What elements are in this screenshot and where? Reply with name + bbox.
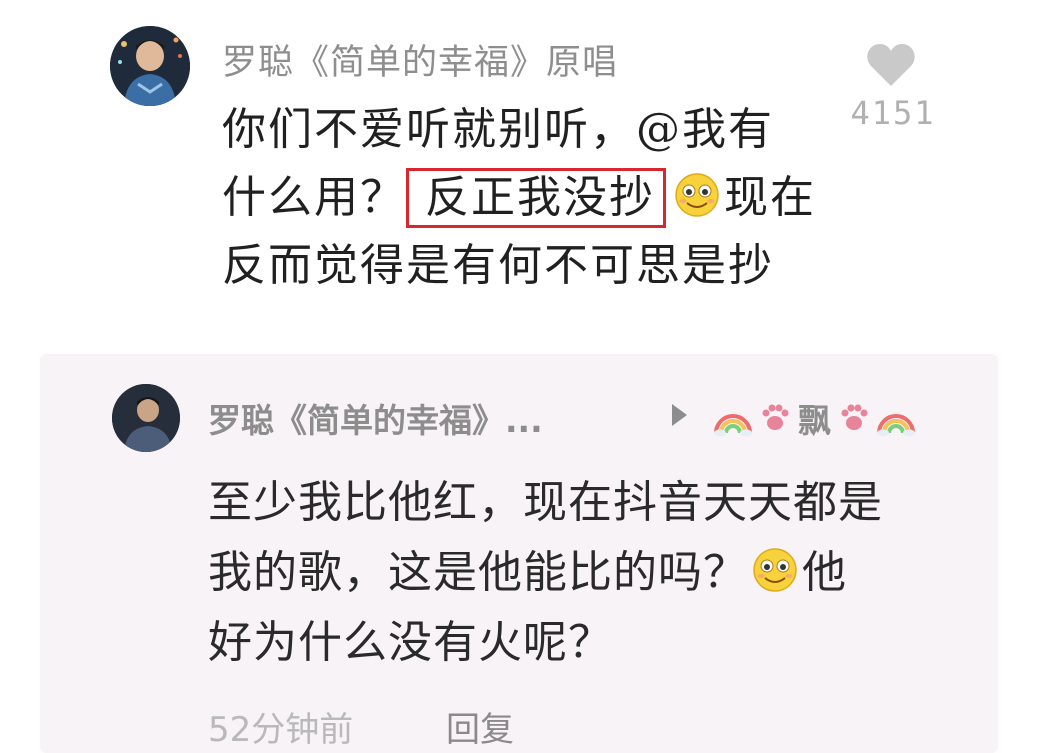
paw-icon [762, 404, 789, 430]
reply-line-2-suffix: 他 [802, 547, 847, 598]
comment-author[interactable]: 罗聪《简单的幸福》原唱 [222, 34, 618, 85]
comment-screen: 罗聪《简单的幸福》原唱 你们不爱听就别听，@我有 什么用？ 反正我没抄 现在 反而… [0, 0, 1041, 753]
reply-target[interactable]: 飘 [712, 388, 917, 448]
rainbow-icon [714, 414, 752, 437]
reply-text: 至少我比他红，现在抖音天天都是 我的歌，这是他能比的吗？ 他 好为什么没有火呢？ [208, 468, 988, 678]
avatar[interactable] [110, 26, 190, 106]
heart-icon[interactable] [866, 42, 916, 88]
avatar-image [110, 26, 190, 106]
comment-line-2-prefix: 什么用？ [222, 172, 406, 223]
reply-line-1: 至少我比他红，现在抖音天天都是 [208, 477, 883, 528]
smile-emoji-icon [675, 173, 719, 217]
rainbow-icon [877, 414, 915, 437]
reply-arrow-icon [672, 404, 687, 426]
like-count: 4151 [850, 94, 936, 132]
reply-line-2-prefix: 我的歌，这是他能比的吗？ [208, 547, 748, 598]
avatar-image [112, 384, 180, 452]
smile-emoji-icon [753, 548, 797, 592]
reply-button[interactable]: 回复 [446, 702, 514, 751]
reply-line-2: 我的歌，这是他能比的吗？ 他 [208, 538, 988, 608]
paw-icon [841, 404, 868, 430]
comment-line-2-suffix: 现在 [724, 172, 816, 223]
comment-line-1: 你们不爱听就别听，@我有 [222, 104, 774, 155]
highlight-box: 反正我没抄 [406, 168, 666, 228]
comment-text: 你们不爱听就别听，@我有 什么用？ 反正我没抄 现在 反而觉得是有何不可思是抄 [222, 96, 822, 301]
reply-author[interactable]: 罗聪《简单的幸福》... [208, 394, 543, 442]
reply-timestamp: 52分钟前 [208, 710, 354, 750]
reply-line-3: 好为什么没有火呢？ [208, 617, 613, 668]
reply-avatar[interactable] [112, 384, 180, 452]
comment-line-2: 什么用？ 反正我没抄 现在 [222, 164, 822, 232]
reply-target-name: 飘 [798, 401, 831, 440]
text-fade [210, 285, 850, 315]
